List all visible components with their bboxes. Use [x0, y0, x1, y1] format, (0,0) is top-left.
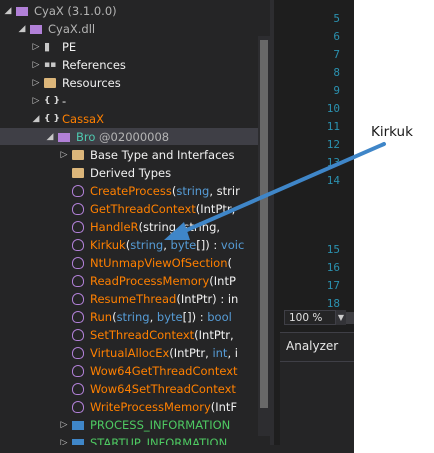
callout-arrow-icon: [164, 142, 386, 240]
